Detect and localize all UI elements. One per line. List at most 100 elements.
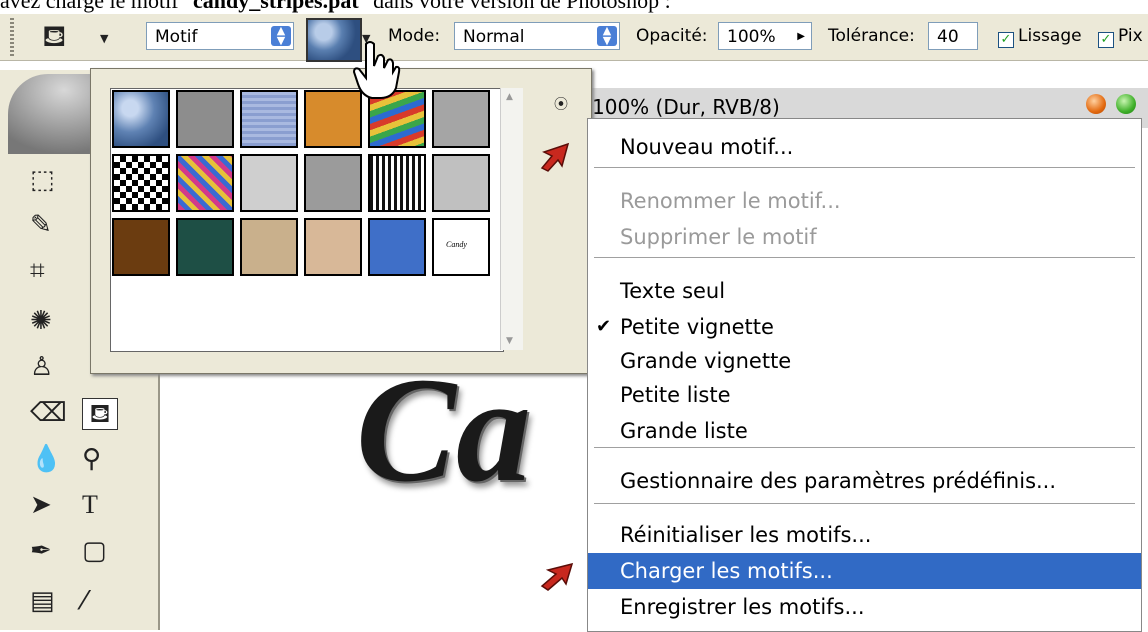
menu-item-label: Gestionnaire des paramètres prédéfinis..… <box>620 469 1057 493</box>
shape-tool-icon[interactable]: ▢ <box>82 536 107 566</box>
scroll-up-icon[interactable]: ▲ <box>506 92 513 102</box>
pattern-swatch-granite[interactable] <box>304 154 362 212</box>
menu-item-3: Supprimer le motif <box>588 219 1141 255</box>
fill-source-select[interactable]: Motif ▲ ▼ <box>146 22 294 50</box>
menu-item-2: Renommer le motif... <box>588 183 1141 219</box>
pattern-grid-scrollbar[interactable]: ▲ ▼ <box>500 88 523 350</box>
menu-item-label: Nouveau motif... <box>620 135 794 159</box>
smooth-checkbox[interactable]: ✓ Lissage <box>998 26 1082 48</box>
tolerance-label: Tolérance: <box>828 26 915 46</box>
tolerance-field[interactable]: 40 <box>928 22 978 50</box>
lasso-tool-icon[interactable]: ✎ <box>30 210 52 240</box>
crop-tool-icon[interactable]: ⌗ <box>30 256 45 286</box>
caption-pre: avez chargé le motif " <box>0 0 194 13</box>
menu-item-10[interactable]: Réinitialiser les motifs... <box>588 517 1141 553</box>
menu-separator <box>594 257 1135 258</box>
tolerance-value: 40 <box>937 27 959 47</box>
menu-item-6[interactable]: Grande vignette <box>588 343 1141 379</box>
pattern-swatch-photo-ballet[interactable] <box>240 218 298 276</box>
path-select-tool-icon[interactable]: ➤ <box>30 490 52 520</box>
healing-tool-icon[interactable]: ✺ <box>30 306 52 336</box>
pattern-swatch-mesh[interactable] <box>368 154 426 212</box>
menu-item-label: Petite liste <box>620 383 731 407</box>
picker-menu-button[interactable]: ⦿ <box>554 94 568 114</box>
pattern-swatch-tan[interactable] <box>304 218 362 276</box>
annotation-arrow-icon <box>540 562 574 591</box>
menu-separator <box>594 167 1135 168</box>
caption-post: " dans votre version de Photoshop : <box>358 0 671 13</box>
tool-preset-arrow-icon[interactable]: ▼ <box>100 32 108 45</box>
checkbox-checked-icon: ✓ <box>998 32 1014 48</box>
pattern-swatch-checker[interactable] <box>112 154 170 212</box>
scroll-down-icon[interactable]: ▼ <box>506 336 513 346</box>
candy-pattern-label: Candy <box>446 240 467 249</box>
document-title: 100% (Dur, RVB/8) <box>592 95 780 119</box>
menu-item-label: Texte seul <box>620 279 726 303</box>
menu-item-11[interactable]: Charger les motifs... <box>588 553 1141 589</box>
dodge-tool-icon[interactable]: ⚲ <box>82 444 101 474</box>
pattern-swatch-blue-stripes[interactable] <box>240 90 298 148</box>
menu-separator <box>594 503 1135 504</box>
select-spinner-icon: ▲ ▼ <box>597 25 617 46</box>
menu-item-label: Grande liste <box>620 419 748 443</box>
menu-item-label: Petite vignette <box>620 315 774 339</box>
mode-select[interactable]: Normal ▲ ▼ <box>454 22 620 50</box>
blur-tool-icon[interactable]: 💧 <box>30 444 62 474</box>
pattern-swatch-brown-wood[interactable] <box>112 218 170 276</box>
menu-item-label: Charger les motifs... <box>620 559 833 583</box>
menu-item-label: Renommer le motif... <box>620 189 841 213</box>
pattern-swatch-noise-gray[interactable] <box>176 90 234 148</box>
stamp-tool-icon[interactable]: ♙ <box>30 352 53 382</box>
opacity-slider-arrow-icon[interactable]: ▶ <box>797 23 805 51</box>
eraser-tool-icon[interactable]: ⌫ <box>30 398 67 428</box>
menu-item-4[interactable]: Texte seul <box>588 273 1141 309</box>
pattern-swatch-confetti[interactable] <box>176 154 234 212</box>
canvas-artwork-text: Ca <box>356 347 532 513</box>
caption-file: candy_stripes.pat <box>193 0 359 13</box>
menu-item-label: Enregistrer les motifs... <box>620 595 865 619</box>
pattern-swatch-stone[interactable] <box>432 154 490 212</box>
menu-item-label: Supprimer le motif <box>620 225 817 249</box>
select-spinner-icon: ▲ ▼ <box>271 25 291 46</box>
paint-bucket-icon[interactable]: ⛾ <box>42 22 67 52</box>
circle-arrow-icon: ⦿ <box>554 97 568 113</box>
pattern-swatch-blue-noise[interactable] <box>368 218 426 276</box>
type-tool-icon[interactable]: T <box>82 490 98 520</box>
paint-bucket-tool-icon[interactable]: ⛾ <box>82 398 118 430</box>
smooth-label: Lissage <box>1018 26 1082 46</box>
pattern-swatch-gray-marble[interactable] <box>432 90 490 148</box>
toolbar-grip[interactable] <box>10 18 14 58</box>
menu-item-8[interactable]: Grande liste <box>588 413 1141 449</box>
menu-item-label: Grande vignette <box>620 349 792 373</box>
pattern-swatch-teal-hearts[interactable] <box>176 218 234 276</box>
opacity-label: Opacité: <box>636 26 708 46</box>
fill-source-value: Motif <box>155 27 198 47</box>
pixels-checkbox[interactable]: ✓ Pix <box>1098 26 1143 48</box>
caption-text: avez chargé le motif "candy_stripes.pat"… <box>0 0 1148 13</box>
opacity-value: 100% <box>727 27 776 47</box>
menu-separator <box>594 447 1135 448</box>
mode-value: Normal <box>463 27 525 47</box>
menu-item-12[interactable]: Enregistrer les motifs... <box>588 589 1141 625</box>
minimize-button[interactable] <box>1086 94 1106 114</box>
marquee-tool-icon[interactable]: ⬚ <box>30 165 55 195</box>
menu-item-label: Réinitialiser les motifs... <box>620 523 872 547</box>
menu-item-9[interactable]: Gestionnaire des paramètres prédéfinis..… <box>588 463 1141 499</box>
checkbox-checked-icon: ✓ <box>1098 32 1114 48</box>
pen-tool-icon[interactable]: ✒ <box>30 536 52 566</box>
menu-item-7[interactable]: Petite liste <box>588 377 1141 413</box>
pattern-swatch-bubbles[interactable] <box>112 90 170 148</box>
pixels-label: Pix <box>1118 26 1143 46</box>
check-mark-icon: ✔ <box>596 316 612 337</box>
annotation-arrow-icon <box>540 142 570 172</box>
pattern-context-menu: Nouveau motif... Renommer le motif... Supp… <box>587 118 1142 632</box>
eyedropper-tool-icon[interactable]: ⁄ <box>82 586 86 616</box>
menu-item-5[interactable]: Petite vignette ✔ <box>588 309 1141 345</box>
pattern-swatch-clouds[interactable] <box>240 154 298 212</box>
opacity-field[interactable]: 100% ▶ <box>718 22 812 50</box>
hand-cursor-icon <box>352 41 401 99</box>
menu-item-1[interactable]: Nouveau motif... <box>588 129 1141 165</box>
notes-tool-icon[interactable]: ▤ <box>30 586 55 616</box>
maximize-button[interactable] <box>1116 94 1136 114</box>
pattern-swatch-candy[interactable]: Candy <box>432 218 490 276</box>
